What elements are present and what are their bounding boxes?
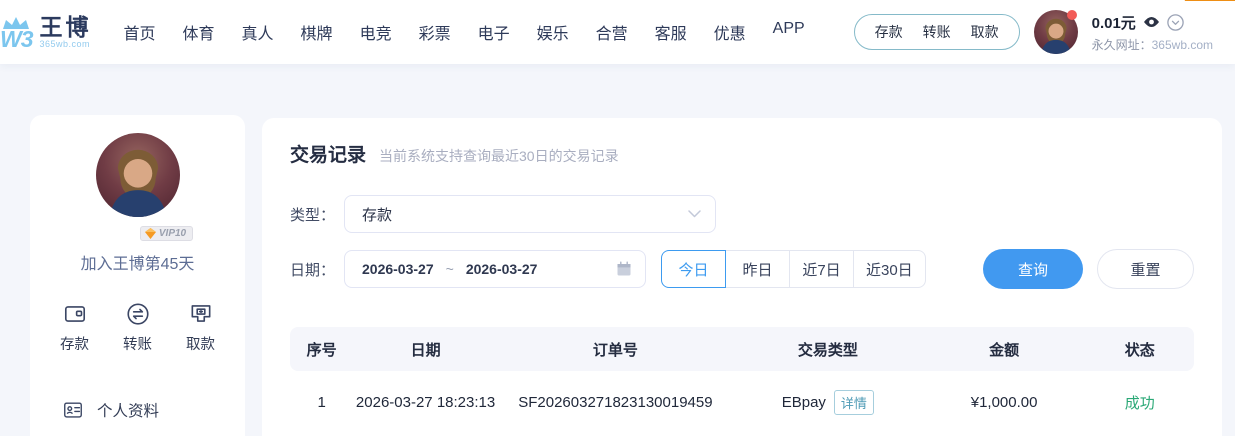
nav-item-service[interactable]: 客服: [655, 20, 687, 44]
eye-icon[interactable]: [1143, 16, 1160, 28]
balance-amount: 0.01元: [1091, 14, 1136, 32]
chevron-down-icon[interactable]: [1167, 13, 1184, 31]
date-range-input[interactable]: 2026-03-27 ~ 2026-03-27: [344, 250, 646, 288]
sidebar-item-profile[interactable]: 个人资料: [30, 384, 245, 436]
nav-item-sports[interactable]: 体育: [183, 20, 215, 44]
profile-avatar: [95, 133, 180, 217]
notification-dot: [1066, 10, 1077, 20]
table-header: 序号 日期 订单号 交易类型 金额 状态: [290, 327, 1194, 371]
main-nav: 首页 体育 真人 棋牌 电竞 彩票 电子 娱乐 合营 客服 优惠 APP: [124, 20, 805, 44]
withdraw-icon: [188, 301, 214, 327]
vip-badge: VIP10: [1181, 0, 1235, 1]
sidebar-transfer-button[interactable]: 转账: [123, 301, 152, 354]
brand-domain: 365wb.com: [39, 39, 91, 49]
range-30days-button[interactable]: 近30日: [853, 250, 926, 288]
range-yesterday-button[interactable]: 昨日: [725, 250, 790, 288]
wallet-actions: 存款 转账 取款: [30, 301, 245, 354]
nav-item-home[interactable]: 首页: [124, 20, 156, 44]
header-transfer-link[interactable]: 转账: [923, 22, 951, 42]
quick-range-group: 今日 昨日 近7日 近30日: [661, 250, 926, 288]
transfer-icon: [125, 301, 151, 327]
sidebar-deposit-button[interactable]: 存款: [60, 301, 89, 354]
nav-item-entertainment[interactable]: 娱乐: [537, 20, 569, 44]
nav-item-slots[interactable]: 电子: [478, 20, 510, 44]
date-to: 2026-03-27: [465, 261, 538, 277]
detail-link[interactable]: 详情: [833, 389, 874, 415]
range-today-button[interactable]: 今日: [661, 250, 726, 288]
cell-type: EBpay 详情: [733, 389, 923, 415]
permanent-url: 永久网址：365wb.com: [1091, 37, 1213, 52]
sidebar-withdraw-button[interactable]: 取款: [186, 301, 215, 354]
id-card-icon: [62, 399, 84, 421]
wallet-quick-actions: 存款 转账 取款: [853, 14, 1020, 50]
join-days-text: 加入王博第45天: [80, 256, 195, 273]
range-7days-button[interactable]: 近7日: [789, 250, 854, 288]
vip-level-badge: VIP10: [139, 226, 194, 241]
status-badge: 成功: [1124, 394, 1155, 412]
nav-item-esports[interactable]: 电竞: [360, 20, 392, 44]
profile-sidebar: VIP10 加入王博第45天 存款 转账 取款 个人资料: [30, 115, 245, 436]
page-title: 交易记录: [290, 145, 367, 166]
page-subtitle: 当前系统支持查询最近30日的交易记录: [379, 148, 619, 164]
top-header: W3 王博 365wb.com 首页 体育 真人 棋牌 电竞 彩票 电子 娱乐 …: [0, 0, 1235, 64]
cell-index: 1: [317, 393, 326, 411]
nav-item-cards[interactable]: 棋牌: [301, 20, 333, 44]
select-chevron-down-icon: [688, 210, 701, 218]
brand-logo[interactable]: W3 王博 365wb.com: [0, 14, 92, 51]
calendar-icon: [616, 261, 632, 277]
user-avatar[interactable]: [1033, 10, 1078, 54]
nav-item-partnership[interactable]: 合营: [596, 20, 628, 44]
sidebar-menu: 个人资料 VIP特权: [30, 384, 245, 436]
cell-date: 2026-03-27 18:23:13: [355, 393, 496, 411]
wallet-icon: [62, 301, 88, 327]
header-deposit-link[interactable]: 存款: [875, 22, 903, 42]
cell-amount: ¥1,000.00: [970, 393, 1038, 411]
type-select[interactable]: 存款: [344, 195, 716, 233]
transaction-records-panel: 交易记录 当前系统支持查询最近30日的交易记录 类型： 存款 日期： 2026-…: [262, 118, 1222, 436]
header-withdraw-link[interactable]: 取款: [971, 22, 999, 42]
table-row: 1 2026-03-27 18:23:13 SF2026032718231300…: [290, 371, 1194, 433]
nav-item-promo[interactable]: 优惠: [714, 20, 746, 44]
nav-item-lottery[interactable]: 彩票: [419, 20, 451, 44]
nav-item-app[interactable]: APP: [773, 20, 805, 44]
brand-name: 王博: [39, 14, 92, 40]
date-from: 2026-03-27: [362, 261, 434, 277]
cell-order-no: SF202603271823130019459: [518, 393, 713, 411]
reset-button[interactable]: 重置: [1097, 249, 1194, 289]
logo-crown-icon: W3: [0, 16, 33, 51]
diamond-icon: [144, 228, 156, 239]
type-filter-label: 类型：: [290, 206, 336, 224]
date-filter-label: 日期：: [290, 261, 336, 279]
nav-item-live[interactable]: 真人: [242, 20, 274, 44]
transactions-table: 序号 日期 订单号 交易类型 金额 状态 1 2026-03-27 18:23:…: [290, 327, 1194, 433]
search-button[interactable]: 查询: [983, 249, 1083, 289]
